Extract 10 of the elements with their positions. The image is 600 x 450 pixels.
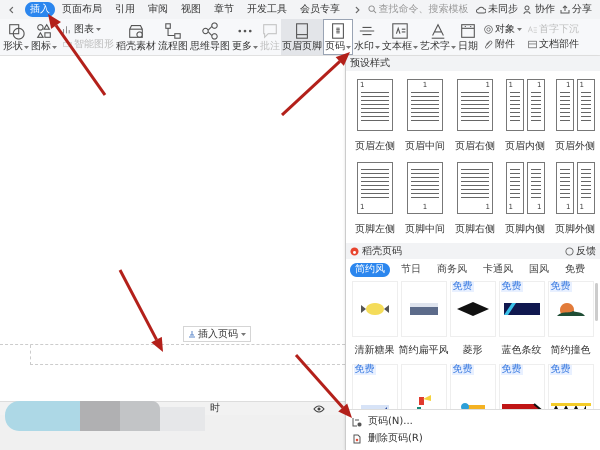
section-header: 预设样式	[346, 56, 600, 71]
free-badge: 免费	[452, 282, 474, 292]
free-badge: 免费	[452, 365, 474, 375]
free-badge: 免费	[354, 365, 376, 375]
free-badge: 免费	[500, 365, 522, 375]
status-text: 时	[210, 402, 220, 416]
section-title: 稻壳页码	[362, 244, 402, 258]
free-badge: 免费	[500, 282, 522, 292]
free-badge: 免费	[550, 282, 572, 292]
free-badge: 免费	[550, 365, 572, 375]
